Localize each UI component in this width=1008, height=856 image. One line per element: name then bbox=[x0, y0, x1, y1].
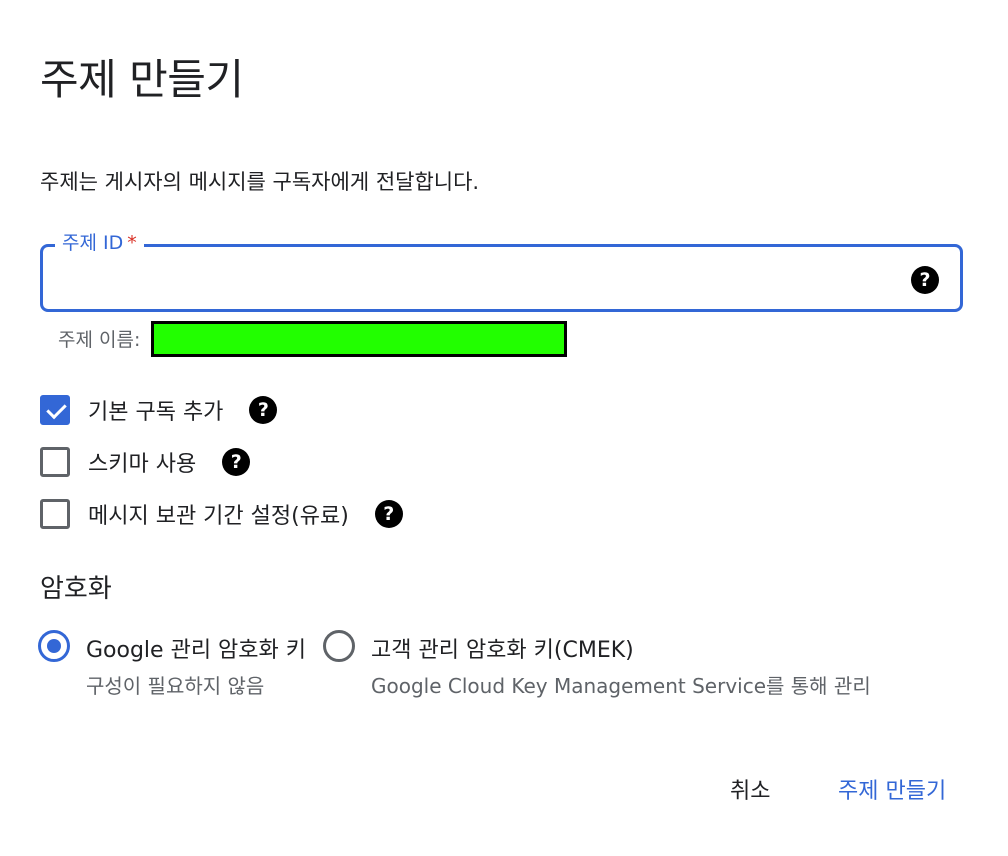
topic-id-field[interactable]: 주제 ID * ? bbox=[40, 231, 963, 312]
dialog-title: 주제 만들기 bbox=[40, 55, 244, 104]
encryption-heading: 암호화 bbox=[40, 574, 112, 604]
radio-label: Google 관리 암호화 키 bbox=[86, 638, 306, 663]
topic-id-input[interactable] bbox=[55, 259, 909, 297]
option-label: 스키마 사용 bbox=[88, 452, 197, 477]
help-icon[interactable]: ? bbox=[249, 396, 278, 424]
help-icon[interactable]: ? bbox=[911, 266, 939, 294]
radio-unselected[interactable] bbox=[323, 630, 355, 662]
cancel-button[interactable]: 취소 bbox=[730, 773, 770, 805]
checkbox-unchecked[interactable] bbox=[40, 499, 70, 529]
option-label: 기본 구독 추가 bbox=[88, 400, 224, 425]
redacted-topic-name bbox=[151, 321, 567, 357]
topic-id-label-text: 주제 ID bbox=[62, 232, 124, 254]
radio-selected[interactable] bbox=[38, 630, 70, 662]
option-add-default-subscription[interactable]: 기본 구독 추가 ? bbox=[40, 394, 278, 426]
checkbox-unchecked[interactable] bbox=[40, 447, 70, 477]
option-use-schema[interactable]: 스키마 사용 ? bbox=[40, 446, 251, 478]
option-retention[interactable]: 메시지 보관 기간 설정(유료) ? bbox=[40, 498, 403, 530]
radio-label: 고객 관리 암호화 키(CMEK) bbox=[371, 638, 634, 663]
option-label: 메시지 보관 기간 설정(유료) bbox=[88, 504, 349, 529]
required-marker: * bbox=[127, 232, 137, 254]
topic-name-hint: 주제 이름: bbox=[58, 329, 141, 351]
radio-sublabel: 구성이 필요하지 않음 bbox=[86, 674, 265, 698]
create-topic-button[interactable]: 주제 만들기 bbox=[838, 773, 946, 805]
checkbox-checked[interactable] bbox=[40, 395, 70, 425]
help-icon[interactable]: ? bbox=[374, 500, 403, 528]
dialog-description: 주제는 게시자의 메시지를 구독자에게 전달합니다. bbox=[40, 170, 480, 194]
radio-sublabel: Google Cloud Key Management Service를 통해 … bbox=[371, 674, 871, 698]
topic-id-label: 주제 ID * bbox=[55, 231, 144, 255]
help-icon[interactable]: ? bbox=[222, 448, 251, 476]
